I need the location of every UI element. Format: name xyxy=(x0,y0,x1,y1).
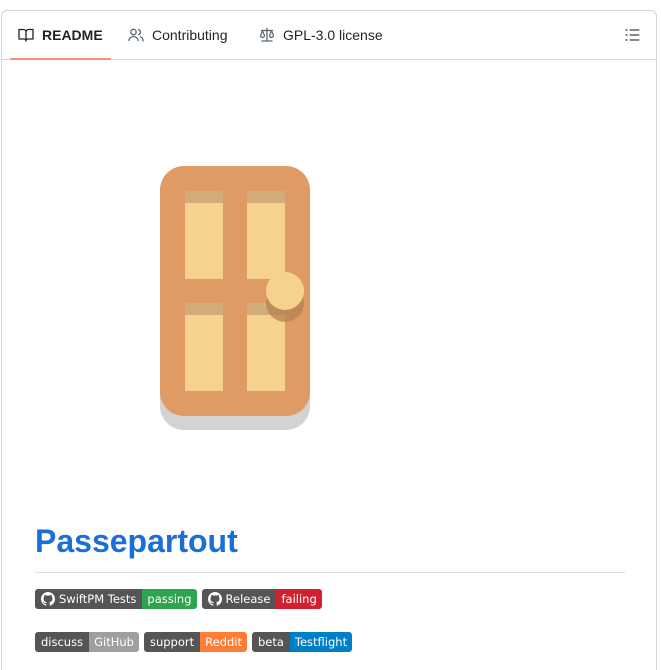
community-badges-row: discuss GitHub support Reddit beta Testf… xyxy=(35,632,353,652)
people-icon xyxy=(128,27,144,43)
badge-left-text: Release xyxy=(225,592,271,606)
badge-right-text: Reddit xyxy=(200,632,247,652)
readme-title[interactable]: Passepartout xyxy=(35,523,238,560)
readme-tab-bar: README Contributing GPL-3.0 license xyxy=(2,11,656,60)
badge-right-text: GitHub xyxy=(89,632,139,652)
badge-left-text: discuss xyxy=(35,632,90,652)
tab-readme-label: README xyxy=(42,27,103,43)
badge-left-text: support xyxy=(143,632,201,652)
title-divider xyxy=(35,572,625,573)
outline-button[interactable] xyxy=(624,26,642,44)
badge-label: SwiftPM Tests xyxy=(35,589,143,609)
github-icon xyxy=(41,592,55,606)
badge-left-text: beta xyxy=(251,632,290,652)
readme-container: README Contributing GPL-3.0 license Pass… xyxy=(1,10,657,670)
tab-readme[interactable]: README xyxy=(10,11,111,60)
beta-testflight-badge[interactable]: beta Testflight xyxy=(251,632,353,652)
support-reddit-badge[interactable]: support Reddit xyxy=(143,632,247,652)
tab-license-label: GPL-3.0 license xyxy=(283,27,383,43)
tab-contributing[interactable]: Contributing xyxy=(128,11,228,59)
book-icon xyxy=(18,27,34,43)
swiftpm-tests-badge[interactable]: SwiftPM Tests passing xyxy=(35,589,197,609)
status-badges-row: SwiftPM Tests passing Release failing xyxy=(35,589,322,609)
list-unordered-icon xyxy=(625,29,640,41)
door-logo-icon xyxy=(160,166,310,430)
release-badge[interactable]: Release failing xyxy=(201,589,322,609)
badge-right-text: Testflight xyxy=(289,632,353,652)
passepartout-logo xyxy=(159,166,311,437)
github-icon xyxy=(207,592,222,606)
discuss-github-badge[interactable]: discuss GitHub xyxy=(35,632,139,652)
law-scale-icon xyxy=(259,27,275,43)
tab-license[interactable]: GPL-3.0 license xyxy=(259,11,383,59)
badge-left-text: SwiftPM Tests xyxy=(59,592,137,606)
badge-right-text: failing xyxy=(276,589,322,609)
tab-contributing-label: Contributing xyxy=(152,27,228,43)
badge-label: Release xyxy=(201,589,277,609)
badge-right-text: passing xyxy=(142,589,197,609)
